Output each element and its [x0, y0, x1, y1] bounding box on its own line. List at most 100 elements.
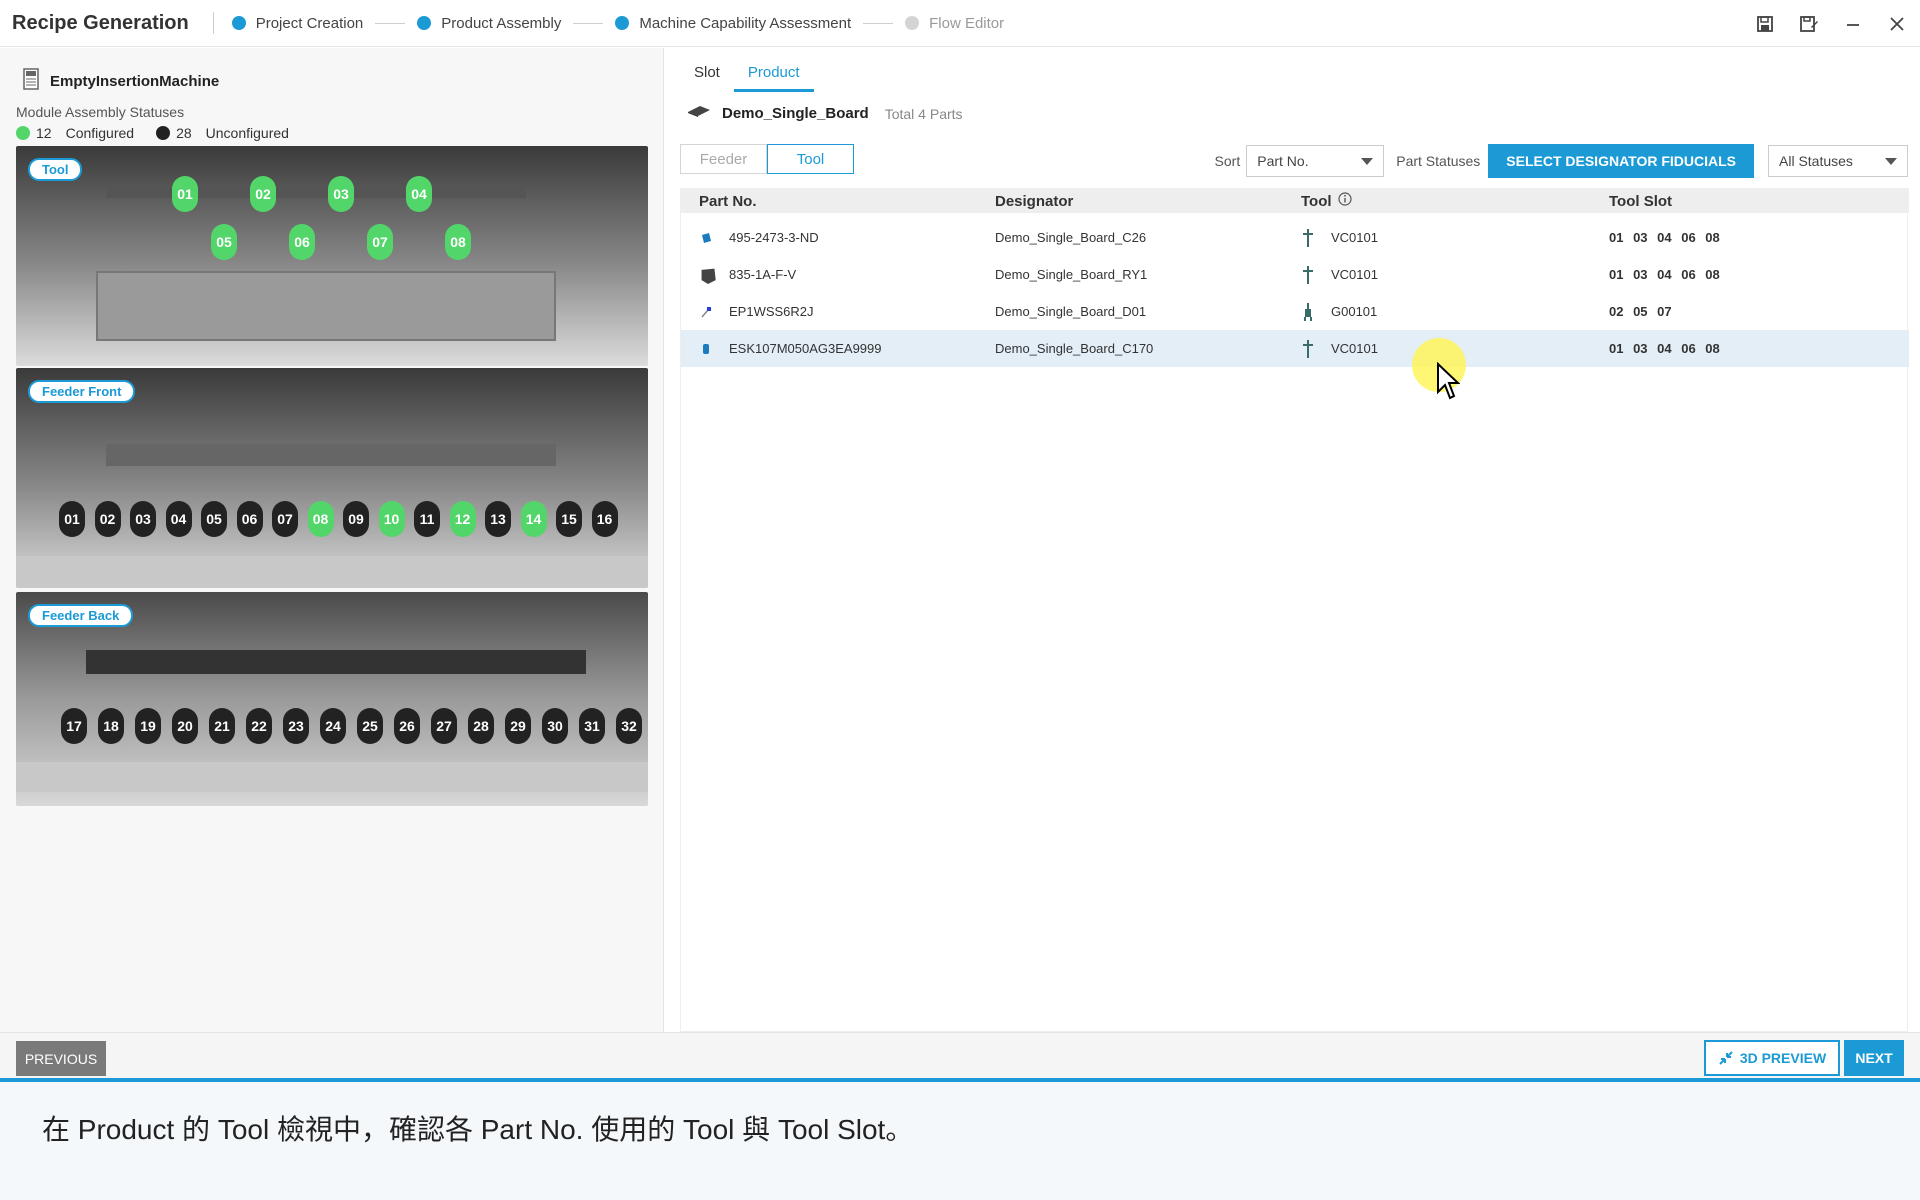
table-row[interactable]: EP1WSS6R2J Demo_Single_Board_D01 G00101 …: [681, 293, 1909, 330]
slot-pin-22[interactable]: 22: [246, 708, 272, 744]
slot-pin-02[interactable]: 02: [94, 501, 121, 537]
feeder-front-section-label: Feeder Front: [28, 380, 136, 403]
slot-pin-07[interactable]: 07: [367, 224, 393, 260]
slot-pin-08[interactable]: 08: [445, 224, 471, 260]
slot-pin-28[interactable]: 28: [468, 708, 494, 744]
slot-pin-16[interactable]: 16: [591, 501, 618, 537]
slot-pin-24[interactable]: 24: [320, 708, 346, 744]
title-divider: [212, 12, 214, 34]
slot-pin-10[interactable]: 10: [378, 501, 405, 537]
machine-panel: EmptyInsertionMachine Module Assembly St…: [0, 48, 664, 1032]
slot-pin-02[interactable]: 02: [250, 176, 276, 212]
slot-pin-27[interactable]: 27: [431, 708, 457, 744]
capacitor-icon: [702, 232, 711, 243]
part-cell: EP1WSS6R2J: [699, 304, 814, 319]
select-fiducials-button[interactable]: SELECT DESIGNATOR FIDUCIALS: [1488, 144, 1754, 178]
column-header-part-no[interactable]: Part No.: [699, 193, 757, 210]
step-machine-capability[interactable]: Machine Capability Assessment: [615, 15, 851, 32]
slot-pin-26[interactable]: 26: [394, 708, 420, 744]
step-connector: [375, 22, 406, 24]
window-controls: [1754, 0, 1908, 47]
slot-pin-04[interactable]: 04: [406, 176, 432, 212]
slot-pin-06[interactable]: 06: [236, 501, 263, 537]
status-filter-value: All Statuses: [1779, 153, 1853, 169]
step-product-assembly[interactable]: Product Assembly: [417, 15, 561, 32]
column-header-designator[interactable]: Designator: [995, 193, 1073, 210]
tool-cell: VC0101: [1301, 228, 1378, 248]
table-row-selected[interactable]: ESK107M050AG3EA9999 Demo_Single_Board_C1…: [681, 330, 1909, 367]
configured-dot-icon: [16, 126, 30, 140]
slot-pin-23[interactable]: 23: [283, 708, 309, 744]
gripper-icon: [1304, 302, 1312, 321]
slot-pin-05[interactable]: 05: [211, 224, 237, 260]
tool-slots: 01 03 04 06 08: [1609, 267, 1720, 282]
step-project-creation[interactable]: Project Creation: [231, 15, 363, 32]
slot-pin-01[interactable]: 01: [172, 176, 198, 212]
sort-select[interactable]: Part No.: [1246, 145, 1385, 177]
tool-cell: VC0101: [1301, 265, 1378, 285]
slot-pin-30[interactable]: 30: [542, 708, 568, 744]
slot-pin-01[interactable]: 01: [59, 501, 85, 537]
designator: Demo_Single_Board_D01: [995, 304, 1147, 319]
slot-pin-07[interactable]: 07: [272, 501, 298, 537]
part-number: 835-1A-F-V: [729, 267, 797, 282]
slot-pin-17[interactable]: 17: [61, 708, 87, 744]
minimize-icon[interactable]: [1842, 13, 1864, 35]
sort-label: Sort: [1214, 153, 1241, 169]
status-title: Module Assembly Statuses: [16, 104, 185, 120]
app-title: Recipe Generation: [12, 11, 189, 34]
step-label: Product Assembly: [441, 14, 562, 32]
table-row[interactable]: 495-2473-3-ND Demo_Single_Board_C26 VC01…: [681, 219, 1909, 256]
slot-pin-21[interactable]: 21: [209, 708, 235, 744]
slot-pin-06[interactable]: 06: [289, 224, 315, 260]
tab-slot[interactable]: Slot: [680, 58, 734, 92]
column-header-tool-slot[interactable]: Tool Slot: [1609, 193, 1672, 210]
step-flow-editor[interactable]: Flow Editor: [905, 15, 1004, 32]
tool-cell: G00101: [1301, 302, 1377, 322]
tab-product[interactable]: Product: [733, 58, 814, 92]
slot-pin-05[interactable]: 05: [201, 501, 227, 537]
status-legend: 12 Configured 28 Unconfigured: [16, 125, 289, 141]
step-label: Flow Editor: [929, 14, 1005, 32]
slot-pin-03[interactable]: 03: [328, 176, 354, 212]
next-button[interactable]: NEXT: [1844, 1040, 1904, 1076]
3d-preview-button[interactable]: 3D PREVIEW: [1704, 1040, 1840, 1076]
board-part-total: Total 4 Parts: [884, 105, 963, 122]
feeder-toggle-button[interactable]: Feeder: [680, 144, 767, 174]
tool-toggle-button[interactable]: Tool: [767, 144, 854, 174]
previous-button[interactable]: PREVIOUS: [16, 1041, 106, 1076]
step-label: Machine Capability Assessment: [639, 14, 852, 32]
slot-pin-12[interactable]: 12: [449, 501, 476, 537]
slot-pin-09[interactable]: 09: [343, 501, 369, 537]
slot-pin-19[interactable]: 19: [135, 708, 161, 744]
table-row[interactable]: 835-1A-F-V Demo_Single_Board_RY1 VC0101 …: [681, 256, 1909, 293]
parts-table: Part No. Designator Tool Tool Slot 495-2…: [680, 188, 1909, 1032]
slot-pin-25[interactable]: 25: [357, 708, 383, 744]
slot-pin-32[interactable]: 32: [616, 708, 642, 744]
slot-pin-11[interactable]: 11: [414, 501, 440, 537]
designator: Demo_Single_Board_C26: [995, 230, 1147, 245]
save-as-icon[interactable]: [1798, 13, 1820, 35]
slot-pin-04[interactable]: 04: [165, 501, 192, 537]
slot-pin-15[interactable]: 15: [556, 501, 582, 537]
save-icon[interactable]: [1754, 13, 1776, 35]
slot-pin-20[interactable]: 20: [172, 708, 198, 744]
slot-pin-29[interactable]: 29: [505, 708, 531, 744]
slot-pin-13[interactable]: 13: [485, 501, 511, 537]
feeder-front-rail: [106, 444, 556, 466]
slot-pin-14[interactable]: 14: [520, 501, 547, 537]
close-icon[interactable]: [1886, 13, 1908, 35]
column-header-tool[interactable]: Tool: [1301, 192, 1352, 210]
part-cell: 835-1A-F-V: [699, 266, 796, 284]
part-number: EP1WSS6R2J: [729, 304, 814, 319]
mouse-cursor-icon: [1437, 362, 1460, 400]
status-filter-select[interactable]: All Statuses: [1768, 145, 1908, 177]
configured-label: Configured: [65, 125, 135, 141]
diode-icon: [701, 306, 711, 317]
info-icon[interactable]: [1337, 192, 1352, 210]
tool-cell: VC0101: [1301, 339, 1378, 359]
slot-pin-08[interactable]: 08: [307, 501, 334, 537]
slot-pin-31[interactable]: 31: [579, 708, 605, 744]
slot-pin-03[interactable]: 03: [130, 501, 156, 537]
slot-pin-18[interactable]: 18: [98, 708, 124, 744]
